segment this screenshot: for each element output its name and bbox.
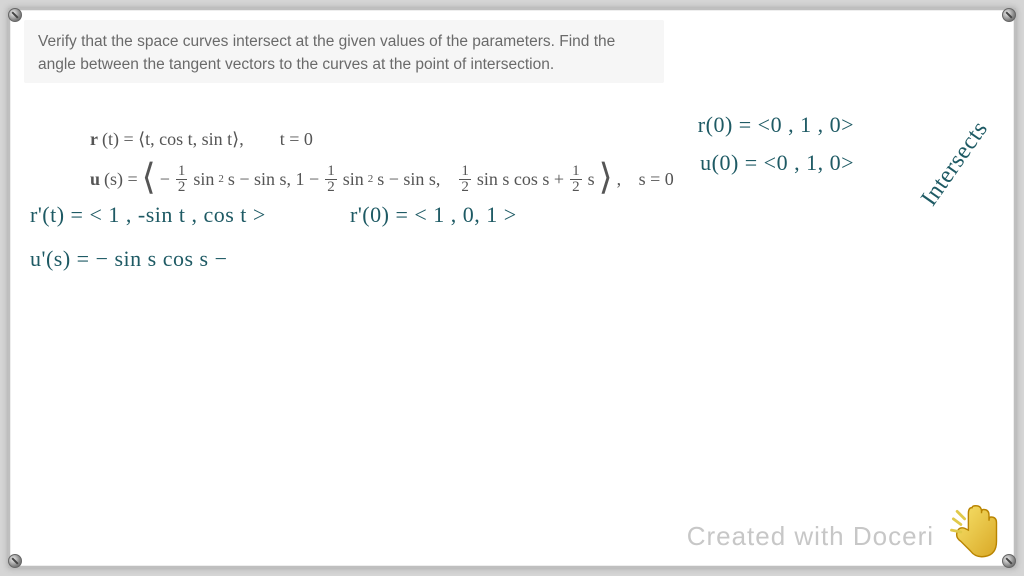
handwriting-rprime-0: r'(0) = < 1 , 0, 1 > — [350, 202, 517, 228]
handwriting-u0: u(0) = <0 , 1, 0> — [700, 150, 854, 176]
fraction-half: 1 2 — [176, 164, 188, 195]
pointing-hand-icon — [944, 502, 1004, 562]
fraction-half: 1 2 — [325, 164, 337, 195]
handwriting-intersects: Intersects — [916, 117, 994, 212]
problem-text: Verify that the space curves intersect a… — [38, 33, 615, 73]
watermark-text: Created with Doceri — [687, 521, 934, 552]
screw-icon — [1002, 554, 1016, 568]
r-body: (t) = ⟨t, cos t, sin t⟩, — [102, 120, 244, 160]
printed-equations: r (t) = ⟨t, cos t, sin t⟩, t = 0 u (s) =… — [90, 120, 674, 199]
handwriting-uprime: u'(s) = − sin s cos s − — [30, 246, 228, 272]
u-symbol: u — [90, 160, 100, 200]
equation-u: u (s) = ⟨ − 1 2 sin2 s − sin s, 1 − 1 2 … — [90, 160, 674, 200]
screw-icon — [1002, 8, 1016, 22]
handwriting-rprime-t: r'(t) = < 1 , -sin t , cos t > — [30, 202, 266, 228]
u-param: s = 0 — [639, 160, 674, 200]
r-symbol: r — [90, 120, 98, 160]
equation-r: r (t) = ⟨t, cos t, sin t⟩, t = 0 — [90, 120, 674, 160]
r-param: t = 0 — [280, 120, 313, 160]
screw-icon — [8, 8, 22, 22]
handwriting-r0: r(0) = <0 , 1 , 0> — [698, 112, 854, 138]
u-of: (s) = — [104, 160, 138, 200]
fraction-half: 1 2 — [459, 164, 471, 195]
problem-statement: Verify that the space curves intersect a… — [24, 20, 664, 83]
whiteboard-frame: Verify that the space curves intersect a… — [8, 8, 1016, 568]
screw-icon — [8, 554, 22, 568]
fraction-half: 1 2 — [570, 164, 582, 195]
